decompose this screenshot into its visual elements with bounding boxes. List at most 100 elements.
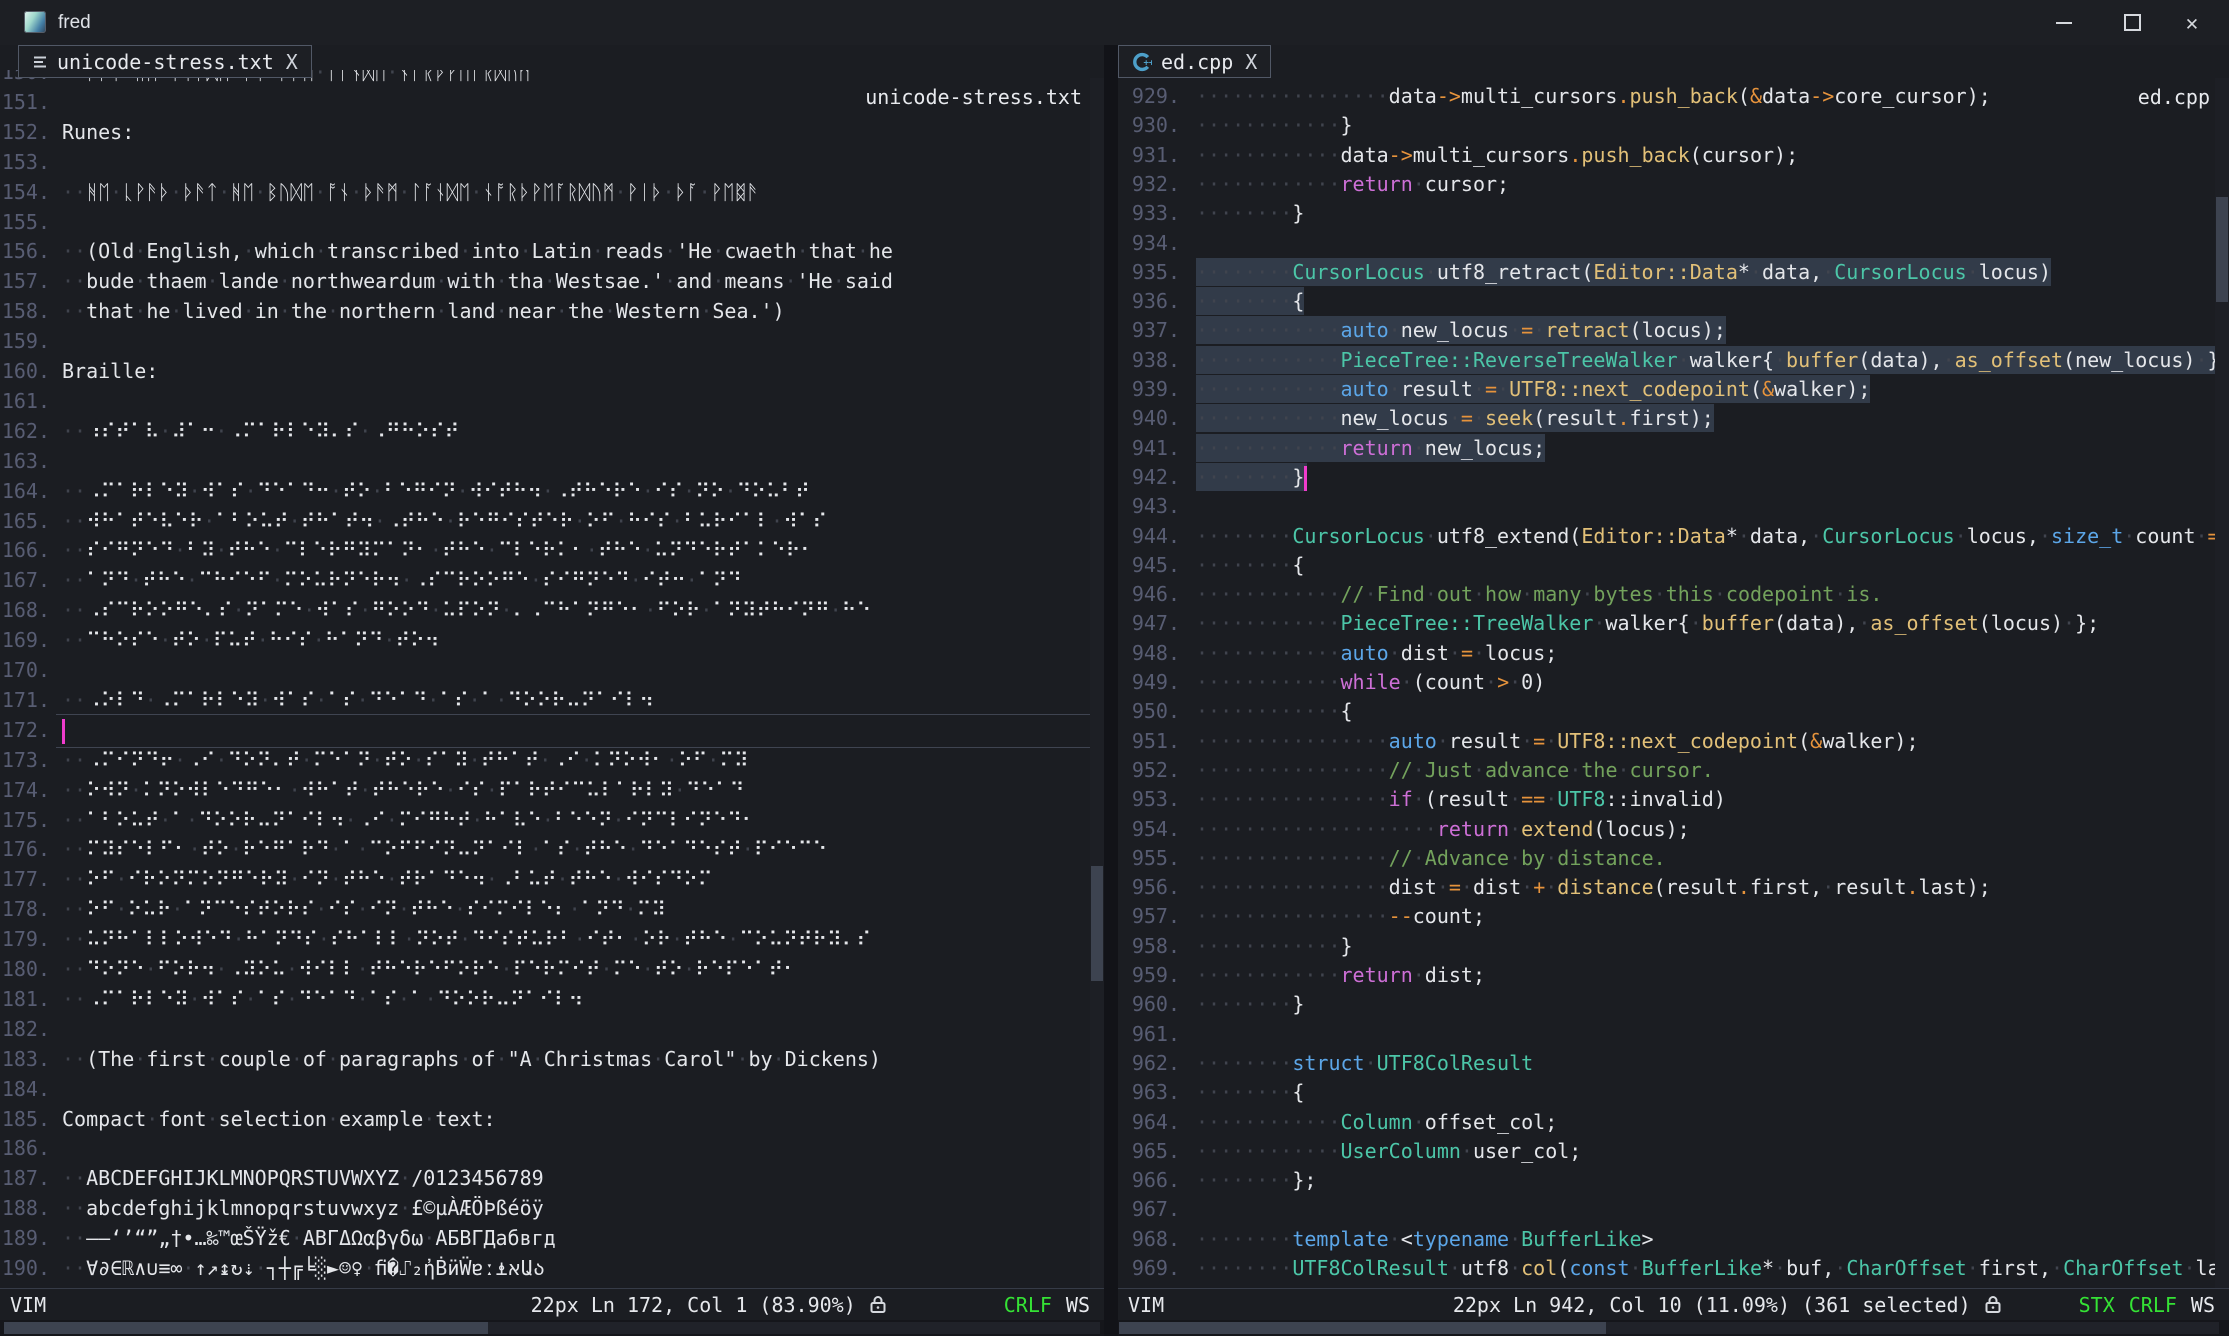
code-line-171[interactable]: 171.··⠠⠕⠇⠙·⠠⠍⠁⠗⠇⠑⠽·⠺⠁⠎·⠁⠎·⠙⠑⠁⠙·⠁⠎·⠁·⠙⠕⠕⠗…: [0, 686, 1104, 716]
scrollbar-thumb[interactable]: [4, 1322, 488, 1334]
editor-content-right[interactable]: 929.················data->multi_cursors.…: [1118, 70, 2229, 1288]
code-line-950[interactable]: 950.············{: [1118, 697, 2229, 727]
code-line-930[interactable]: 930.············}: [1118, 111, 2229, 141]
code-line-955[interactable]: 955.················//·Advance·by·distan…: [1118, 844, 2229, 874]
code-line-182[interactable]: 182.: [0, 1015, 1104, 1045]
scrollbar-thumb[interactable]: [1091, 866, 1103, 981]
tab-ed-cpp[interactable]: ++ ed.cpp X: [1118, 45, 1271, 78]
code-line-967[interactable]: 967.: [1118, 1195, 2229, 1225]
code-line-175[interactable]: 175.··⠁⠃⠕⠥⠞·⠁·⠙⠕⠕⠗⠤⠝⠁⠊⠇⠲·⠠⠊·⠍⠊⠛⠓⠞·⠓⠁⠧⠑·⠃…: [0, 806, 1104, 836]
code-line-944[interactable]: 944.········CursorLocus·utf8_extend(Edit…: [1118, 522, 2229, 552]
tab-unicode-stress-txt[interactable]: unicode-stress.txt X: [18, 45, 312, 78]
code-line-159[interactable]: 159.: [0, 327, 1104, 357]
code-line-154[interactable]: 154.··ᚻᛖ·ᚳᚹᚫᚦ·ᚦᚫᛏ·ᚻᛖ·ᛒᚢᛞᛖ·ᚩᚾ·ᚦᚫᛗ·ᛚᚪᚾᛞᛖ·ᚾ…: [0, 178, 1104, 208]
code-line-160[interactable]: 160.Braille:: [0, 357, 1104, 387]
code-line-965[interactable]: 965.············UserColumn·user_col;: [1118, 1137, 2229, 1167]
scrollbar-thumb[interactable]: [2216, 197, 2228, 302]
code-line-156[interactable]: 156.··(Old·English,·which·transcribed·in…: [0, 237, 1104, 267]
code-line-155[interactable]: 155.: [0, 208, 1104, 238]
code-line-161[interactable]: 161.: [0, 387, 1104, 417]
tab-close-icon[interactable]: X: [1245, 50, 1257, 74]
code-line-176[interactable]: 176.··⠍⠽⠎⠑⠇⠋⠂·⠞⠕·⠗⠑⠛⠁⠗⠙·⠁·⠉⠕⠋⠋⠊⠝⠤⠝⠁⠊⠇·⠁⠎…: [0, 835, 1104, 865]
code-line-960[interactable]: 960.········}: [1118, 990, 2229, 1020]
code-line-188[interactable]: 188.··abcdefghijklmnopqrstuvwxyz·£©µÀÆÖÞ…: [0, 1194, 1104, 1224]
status-flag-stx[interactable]: STX: [2079, 1293, 2115, 1317]
scrollbar-thumb[interactable]: [1119, 1322, 1606, 1334]
code-line-940[interactable]: 940.············new_locus·=·seek(result.…: [1118, 404, 2229, 434]
code-line-947[interactable]: 947.············PieceTree::TreeWalker·wa…: [1118, 609, 2229, 639]
close-button[interactable]: ✕: [2163, 0, 2221, 45]
code-line-180[interactable]: 180.··⠙⠕⠝⠑·⠋⠕⠗⠲·⠠⠽⠕⠥·⠺⠊⠇⠇·⠞⠓⠑⠗⠑⠋⠕⠗⠑·⠏⠑⠗⠍…: [0, 955, 1104, 985]
code-line-164[interactable]: 164.··⠠⠍⠁⠗⠇⠑⠽·⠺⠁⠎·⠙⠑⠁⠙⠒·⠞⠕·⠃⠑⠛⠊⠝·⠺⠊⠞⠓⠲·⠠…: [0, 477, 1104, 507]
code-line-958[interactable]: 958.············}: [1118, 932, 2229, 962]
status-flag-ws[interactable]: WS: [1066, 1293, 1090, 1317]
code-line-946[interactable]: 946.············//·Find·out·how·many·byt…: [1118, 580, 2229, 610]
code-line-949[interactable]: 949.············while·(count·>·0): [1118, 668, 2229, 698]
code-line-966[interactable]: 966.········};: [1118, 1166, 2229, 1196]
minimize-button[interactable]: [2035, 0, 2093, 45]
code-line-181[interactable]: 181.··⠠⠍⠁⠗⠇⠑⠽·⠺⠁⠎·⠁⠎·⠙⠑⠁⠙·⠁⠎·⠁·⠙⠕⠕⠗⠤⠝⠁⠊⠇…: [0, 985, 1104, 1015]
code-line-167[interactable]: 167.··⠁⠝⠙·⠞⠓⠑·⠉⠓⠊⠑⠋·⠍⠕⠥⠗⠝⠑⠗⠲·⠠⠎⠉⠗⠕⠕⠛⠑·⠎⠊…: [0, 566, 1104, 596]
code-line-961[interactable]: 961.: [1118, 1020, 2229, 1050]
code-line-172[interactable]: 172.: [0, 716, 1104, 746]
code-line-152[interactable]: 152.Runes:: [0, 118, 1104, 148]
code-line-932[interactable]: 932.············return·cursor;: [1118, 170, 2229, 200]
code-line-929[interactable]: 929.················data->multi_cursors.…: [1118, 82, 2229, 112]
lock-icon[interactable]: [870, 1295, 886, 1314]
code-line-190[interactable]: 190.··∀∂∈ℝ∧∪≡∞·↑↗↨↻⇣·┐┼╔╘░►☺♀·ﬁ�⑀₂ἠḂӥẄɐː…: [0, 1254, 1104, 1284]
lock-icon[interactable]: [1985, 1295, 2001, 1314]
code-line-173[interactable]: 173.··⠠⠍⠊⠝⠙⠖·⠠⠊·⠙⠕⠝⠄⠞·⠍⠑⠁⠝·⠞⠕·⠎⠁⠽·⠞⠓⠁⠞·⠠…: [0, 746, 1104, 776]
code-line-962[interactable]: 962.········struct·UTF8ColResult: [1118, 1049, 2229, 1079]
code-line-183[interactable]: 183.··(The·first·couple·of·paragraphs·of…: [0, 1045, 1104, 1075]
code-line-943[interactable]: 943.: [1118, 492, 2229, 522]
status-flag-crlf[interactable]: CRLF: [2129, 1293, 2177, 1317]
code-line-959[interactable]: 959.············return·dist;: [1118, 961, 2229, 991]
code-line-158[interactable]: 158.··that·he·lived·in·the·northern·land…: [0, 297, 1104, 327]
editor-content-left[interactable]: 150.··ᚦᚫᛏ·ᚻᛖ·ᛚᛁᚠᛞᛖ·ᚩᚾ·ᚦᚫᛗ·ᛚᚪᚾᛞᛖ·ᚾᚩᚱᚦᚹᛖᚪᚱ…: [0, 70, 1104, 1288]
code-line-934[interactable]: 934.: [1118, 229, 2229, 259]
code-line-948[interactable]: 948.············auto·dist·=·locus;: [1118, 639, 2229, 669]
code-line-166[interactable]: 166.··⠎⠊⠛⠝⠑⠙·⠃⠽·⠞⠓⠑·⠉⠇⠑⠗⠛⠽⠍⠁⠝⠂·⠞⠓⠑·⠉⠇⠑⠗⠅…: [0, 536, 1104, 566]
code-line-956[interactable]: 956.················dist·=·dist·+·distan…: [1118, 873, 2229, 903]
code-line-933[interactable]: 933.········}: [1118, 199, 2229, 229]
tab-close-icon[interactable]: X: [286, 50, 298, 74]
code-line-941[interactable]: 941.············return·new_locus;: [1118, 434, 2229, 464]
code-line-938[interactable]: 938.············PieceTree::ReverseTreeWa…: [1118, 346, 2229, 376]
code-line-186[interactable]: 186.: [0, 1134, 1104, 1164]
code-line-174[interactable]: 174.··⠕⠺⠝·⠅⠝⠕⠺⠇⠑⠙⠛⠑⠂·⠺⠓⠁⠞·⠞⠓⠑⠗⠑·⠊⠎·⠏⠁⠗⠞⠊…: [0, 776, 1104, 806]
code-line-184[interactable]: 184.: [0, 1075, 1104, 1105]
code-line-168[interactable]: 168.··⠠⠎⠉⠗⠕⠕⠛⠑⠄⠎·⠝⠁⠍⠑·⠺⠁⠎·⠛⠕⠕⠙·⠥⠏⠕⠝·⠄⠠⠉⠓…: [0, 596, 1104, 626]
code-line-157[interactable]: 157.··bude·thaem·lande·northweardum·with…: [0, 267, 1104, 297]
status-flag-crlf[interactable]: CRLF: [1004, 1293, 1052, 1317]
vertical-scrollbar-left[interactable]: [1090, 78, 1104, 1288]
code-line-963[interactable]: 963.········{: [1118, 1078, 2229, 1108]
code-line-945[interactable]: 945.········{: [1118, 551, 2229, 581]
code-line-185[interactable]: 185.Compact·font·selection·example·text:: [0, 1105, 1104, 1135]
code-line-170[interactable]: 170.: [0, 656, 1104, 686]
code-line-937[interactable]: 937.············auto·new_locus·=·retract…: [1118, 316, 2229, 346]
code-line-968[interactable]: 968.········template·<typename·BufferLik…: [1118, 1225, 2229, 1255]
status-flag-ws[interactable]: WS: [2191, 1293, 2215, 1317]
code-line-939[interactable]: 939.············auto·result·=·UTF8::next…: [1118, 375, 2229, 405]
code-line-942[interactable]: 942.········}: [1118, 463, 2229, 493]
code-line-954[interactable]: 954.····················return·extend(lo…: [1118, 815, 2229, 845]
code-line-931[interactable]: 931.············data->multi_cursors.push…: [1118, 141, 2229, 171]
code-line-169[interactable]: 169.··⠉⠓⠕⠎⠑·⠞⠕·⠏⠥⠞·⠓⠊⠎·⠓⠁⠝⠙·⠞⠕⠲: [0, 626, 1104, 656]
maximize-button[interactable]: [2103, 0, 2161, 45]
code-line-951[interactable]: 951.················auto·result·=·UTF8::…: [1118, 727, 2229, 757]
code-line-163[interactable]: 163.: [0, 447, 1104, 477]
code-line-936[interactable]: 936.········{: [1118, 287, 2229, 317]
code-line-189[interactable]: 189.··–—‘’“”„†•…‰™œŠŸž€·ΑΒΓΔΩαβγδω·АБВГД…: [0, 1224, 1104, 1254]
code-line-952[interactable]: 952.················//·Just·advance·the·…: [1118, 756, 2229, 786]
code-line-177[interactable]: 177.··⠕⠋·⠊⠗⠕⠝⠍⠕⠝⠛⠑⠗⠽·⠊⠝·⠞⠓⠑·⠞⠗⠁⠙⠑⠲·⠠⠃⠥⠞·…: [0, 865, 1104, 895]
code-line-187[interactable]: 187.··ABCDEFGHIJKLMNOPQRSTUVWXYZ·/012345…: [0, 1164, 1104, 1194]
code-line-964[interactable]: 964.············Column·offset_col;: [1118, 1108, 2229, 1138]
code-line-935[interactable]: 935.········CursorLocus·utf8_retract(Edi…: [1118, 258, 2229, 288]
code-line-178[interactable]: 178.··⠕⠋·⠕⠥⠗·⠁⠝⠉⠑⠎⠞⠕⠗⠎·⠊⠎·⠊⠝·⠞⠓⠑·⠎⠊⠍⠊⠇⠑⠆…: [0, 895, 1104, 925]
code-line-179[interactable]: 179.··⠥⠝⠓⠁⠇⠇⠕⠺⠑⠙·⠓⠁⠝⠙⠎·⠎⠓⠁⠇⠇·⠝⠕⠞·⠙⠊⠎⠞⠥⠗⠃…: [0, 925, 1104, 955]
code-line-953[interactable]: 953.················if·(result·==·UTF8::…: [1118, 785, 2229, 815]
code-line-969[interactable]: 969.········UTF8ColResult·utf8·col(const…: [1118, 1254, 2229, 1284]
code-line-162[interactable]: 162.··⠰⠎⠞⠁⠧·⠼⠁⠒·⠠⠍⠁⠗⠇⠑⠽⠄⠎·⠠⠛⠓⠕⠎⠞: [0, 417, 1104, 447]
code-line-957[interactable]: 957.················--count;: [1118, 902, 2229, 932]
code-line-165[interactable]: 165.··⠺⠓⠁⠞⠑⠧⠑⠗·⠁⠃⠕⠥⠞·⠞⠓⠁⠞⠲·⠠⠞⠓⠑·⠗⠑⠛⠊⠎⠞⠑⠗…: [0, 507, 1104, 537]
